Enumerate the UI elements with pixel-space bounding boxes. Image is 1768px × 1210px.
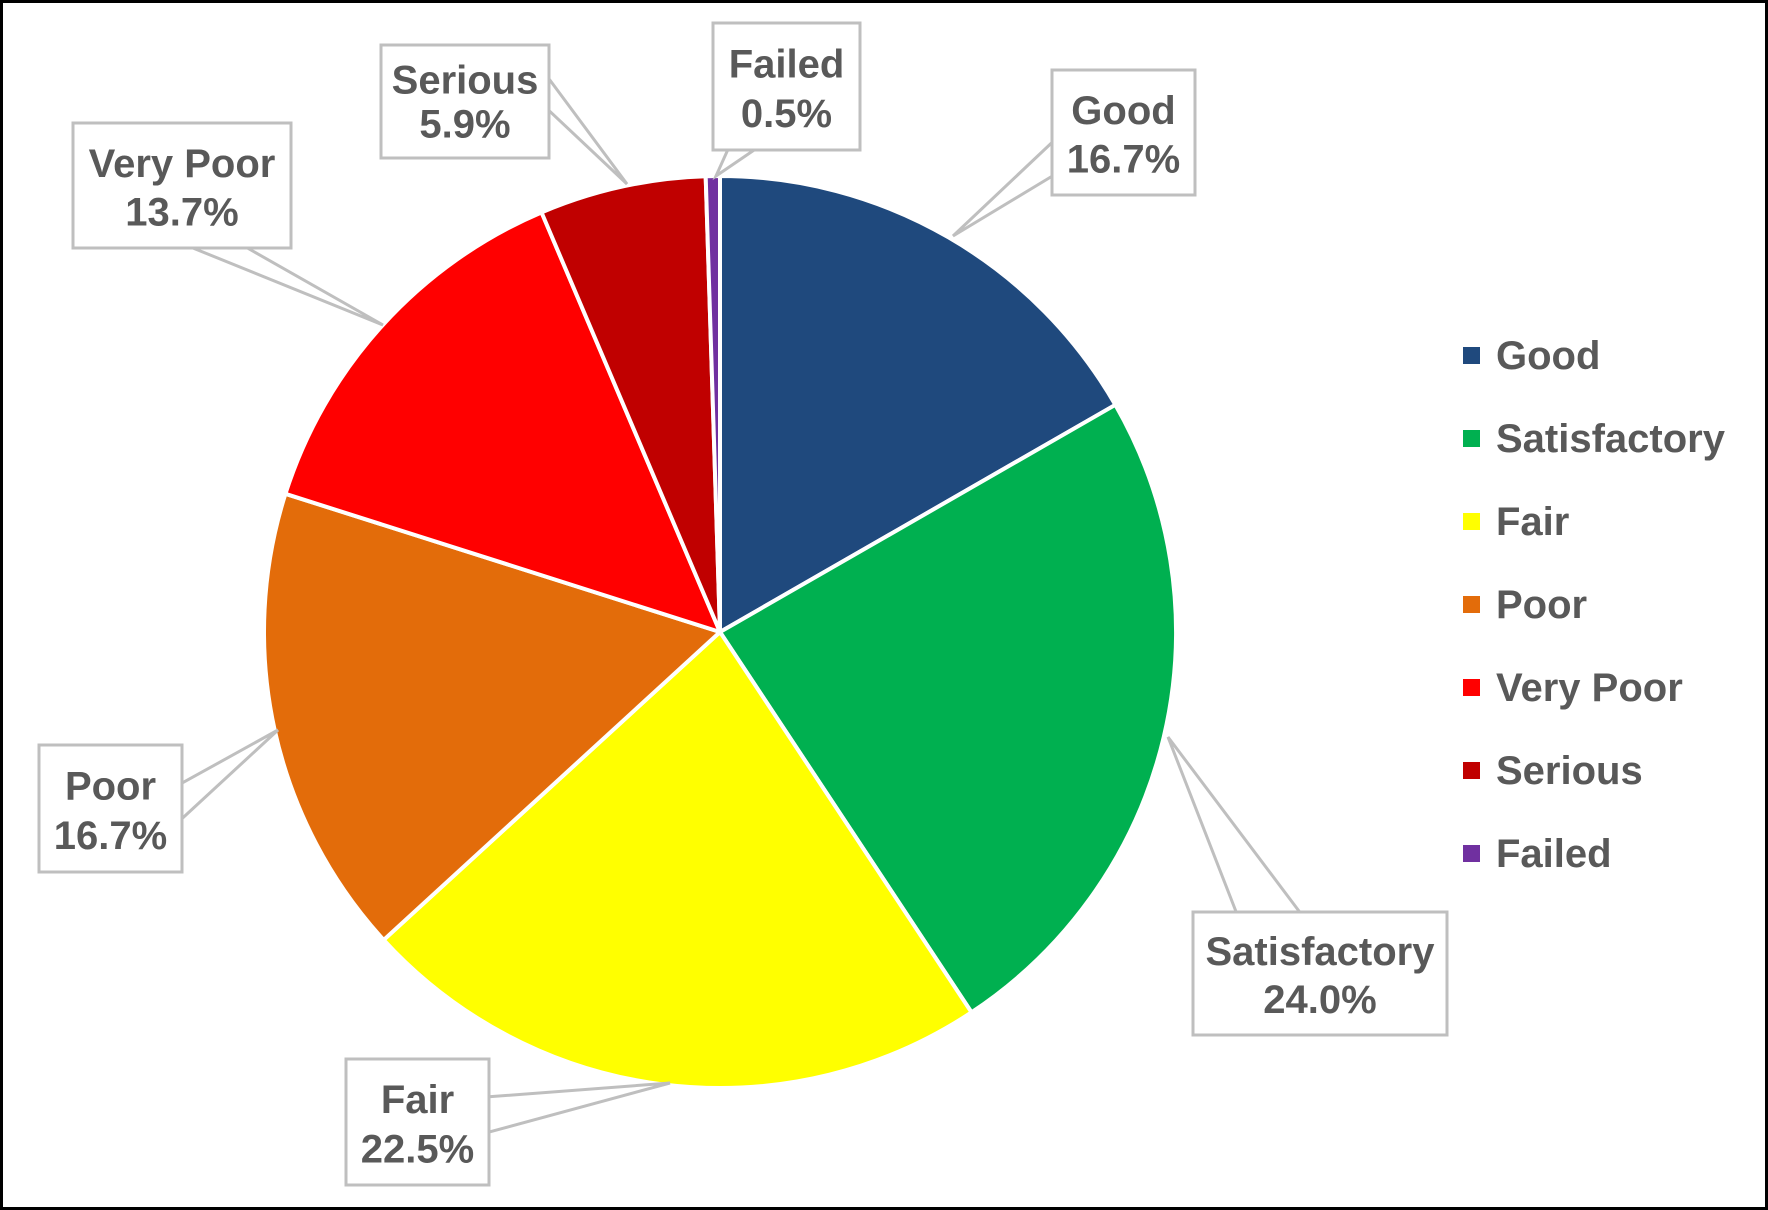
legend-label: Good xyxy=(1496,334,1600,378)
leader-line xyxy=(712,148,756,181)
leader-line xyxy=(192,246,384,327)
legend-swatch xyxy=(1463,513,1480,530)
label-percent: 13.7% xyxy=(125,191,238,235)
legend-swatch xyxy=(1463,347,1480,364)
label-category: Fair xyxy=(381,1078,454,1122)
legend-item-good: Good xyxy=(1463,334,1600,378)
data-label-good: Good 16.7% xyxy=(951,68,1197,238)
label-category: Very Poor xyxy=(89,142,276,186)
legend-label: Poor xyxy=(1496,583,1587,627)
label-category: Good xyxy=(1071,89,1175,133)
legend-swatch xyxy=(1463,430,1480,447)
legend-item-satisfactory: Satisfactory xyxy=(1463,417,1726,461)
data-label-very-poor: Very Poor 13.7% xyxy=(71,121,384,327)
data-label-satisfactory: Satisfactory24.0% xyxy=(1166,736,1449,1037)
legend-swatch xyxy=(1463,845,1480,862)
legend-label: Failed xyxy=(1496,832,1612,876)
legend-swatch xyxy=(1463,679,1480,696)
legend-item-poor: Poor xyxy=(1463,583,1587,627)
data-label-poor: Poor 16.7% xyxy=(37,728,280,874)
label-percent: 24.0% xyxy=(1263,978,1376,1022)
legend-label: Very Poor xyxy=(1496,666,1683,710)
legend-swatch xyxy=(1463,596,1480,613)
legend-item-serious: Serious xyxy=(1463,749,1643,793)
leader-line xyxy=(180,728,280,820)
label-percent: 22.5% xyxy=(361,1127,474,1171)
legend-item-failed: Failed xyxy=(1463,832,1612,876)
legend-swatch xyxy=(1463,762,1480,779)
label-category: Poor xyxy=(65,765,156,809)
label-category: Serious xyxy=(392,59,539,103)
legend-label: Satisfactory xyxy=(1496,417,1726,461)
legend-item-fair: Fair xyxy=(1463,500,1569,544)
leader-line xyxy=(547,78,629,186)
label-percent: 16.7% xyxy=(1067,138,1180,182)
label-category: Satisfactory xyxy=(1206,930,1436,974)
legend-label: Fair xyxy=(1496,500,1569,544)
label-percent: 5.9% xyxy=(419,103,510,147)
label-percent: 0.5% xyxy=(741,92,832,136)
label-percent: 16.7% xyxy=(54,814,167,858)
legend: Good Satisfactory Fair Poor Very Poor Serious… xyxy=(1463,334,1726,876)
leader-line xyxy=(1166,736,1301,913)
leader-line xyxy=(488,1081,671,1134)
leader-line xyxy=(951,141,1054,238)
legend-item-very-poor: Very Poor xyxy=(1463,666,1683,710)
label-category: Failed xyxy=(729,43,845,87)
legend-label: Serious xyxy=(1496,749,1643,793)
data-label-failed: Failed 0.5% xyxy=(711,21,862,181)
data-label-serious: Serious5.9% xyxy=(379,43,629,186)
pie-chart: Good16.7%Satisfactory24.0%Fair22.5%Poor1… xyxy=(37,21,1726,1187)
